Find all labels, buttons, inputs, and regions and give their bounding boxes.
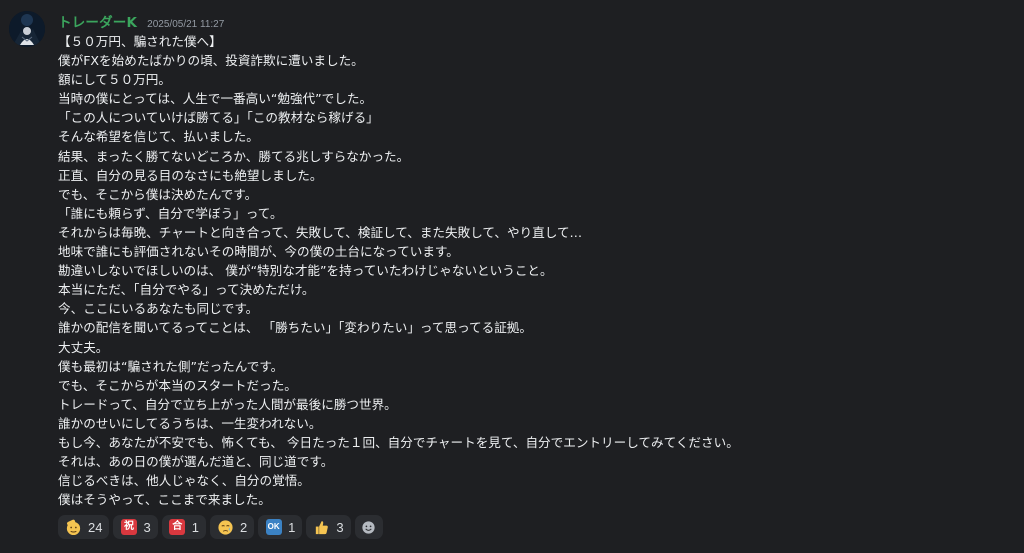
reaction-passing-grade[interactable]: 合 1 bbox=[161, 515, 206, 539]
crying-face-icon bbox=[217, 519, 234, 536]
message-line: 額にして５０万円。 bbox=[58, 72, 171, 88]
reaction-count: 3 bbox=[143, 519, 151, 535]
message-line: 勘違いしないでほしいのは、 僕が“特別な才能”を持っていたわけじゃないということ… bbox=[58, 263, 553, 279]
reaction-thumbs-up[interactable]: 3 bbox=[306, 515, 351, 539]
reaction-count: 3 bbox=[336, 519, 344, 535]
reaction-count: 2 bbox=[239, 519, 248, 535]
reaction-count: 1 bbox=[288, 519, 296, 535]
author-name[interactable]: トレーダーK bbox=[58, 11, 137, 31]
congratulations-icon: 祝 bbox=[120, 519, 137, 536]
message-timestamp[interactable]: 2025/05/21 11:27 bbox=[147, 19, 224, 30]
message-line: 正直、自分の見る目のなさにも絶望しました。 bbox=[58, 167, 323, 183]
message-line: 信じるべきは、他人じゃなく、自分の覚悟。 bbox=[58, 473, 310, 489]
message-line: 僕も最初は“騙された側”だったんです。 bbox=[58, 358, 284, 374]
user-avatar[interactable] bbox=[9, 11, 45, 47]
message-line: 誰かのせいにしてるうちは、一生変われない。 bbox=[58, 415, 322, 431]
message-content: 【５０万円、騙された僕へ】 僕がFXを始めたばかりの頃、投資詐欺に遭いました。 … bbox=[58, 32, 998, 509]
message-line: もし今、あなたが不安でも、怖くても、 今日たった１回、自分でチャートを見て、自分… bbox=[58, 434, 739, 450]
message-line: それからは毎晩、チャートと向き合って、失敗して、検証して、また失敗して、やり直し… bbox=[58, 224, 583, 240]
ok-button-glyph: OK bbox=[265, 519, 282, 535]
message-line: 誰かの配信を聞いてるってことは、 「勝ちたい」「変わりたい」って思ってる証拠。 bbox=[58, 320, 532, 336]
message-line: 僕がFXを始めたばかりの頃、投資詐欺に遭いました。 bbox=[58, 53, 364, 69]
message-line: 当時の僕にとっては、人生で一番高い“勉強代”でした。 bbox=[58, 91, 373, 107]
message-header: トレーダーK 2025/05/21 11:27 bbox=[58, 11, 224, 31]
message-line: 「この人についていけば勝てる」「この教材なら稼げる」 bbox=[58, 110, 379, 126]
message-line: 【５０万円、騙された僕へ】 bbox=[58, 34, 222, 49]
message-line: 今、ここにいるあなたも同じです。 bbox=[58, 301, 259, 317]
reaction-count: 24 bbox=[88, 519, 103, 535]
add-reaction-icon bbox=[360, 519, 377, 536]
chat-message: トレーダーK 2025/05/21 11:27 【５０万円、騙された僕へ】 僕が… bbox=[0, 0, 1024, 553]
saluting-face-icon bbox=[65, 519, 82, 536]
message-line: そんな希望を信じて、払いました。 bbox=[58, 129, 259, 145]
passing-grade-icon: 合 bbox=[169, 519, 186, 536]
passing-grade-glyph: 合 bbox=[169, 519, 186, 535]
reaction-congratulations[interactable]: 祝 3 bbox=[113, 515, 158, 539]
message-line: でも、そこからが本当のスタートだった。 bbox=[58, 377, 297, 393]
ok-button-icon: OK bbox=[265, 519, 282, 536]
thumbs-up-icon bbox=[313, 519, 330, 536]
message-line: 「誰にも頼らず、自分で学ぼう」って。 bbox=[58, 205, 283, 221]
message-line: 地味で誰にも評価されないその時間が、今の僕の土台になっています。 bbox=[58, 244, 459, 260]
message-line: 僕はそうやって、ここまで来ました。 bbox=[58, 492, 271, 508]
message-line: 本当にただ、「自分でやる」って決めただけ。 bbox=[58, 282, 315, 298]
message-line: トレードって、自分で立ち上がった人間が最後に勝つ世界。 bbox=[58, 396, 397, 412]
reaction-ok-button[interactable]: OK 1 bbox=[258, 515, 303, 539]
congratulations-glyph: 祝 bbox=[120, 519, 137, 535]
reactions-bar: 24 祝 3 合 1 2 OK 1 3 bbox=[58, 515, 383, 539]
message-line: 大丈夫。 bbox=[58, 339, 109, 355]
message-line: 結果、まったく勝てないどころか、勝てる兆しすらなかった。 bbox=[58, 148, 410, 164]
reaction-saluting-face[interactable]: 24 bbox=[58, 515, 110, 539]
reaction-count: 1 bbox=[191, 519, 199, 535]
add-reaction-button[interactable] bbox=[354, 515, 383, 539]
reaction-crying-face[interactable]: 2 bbox=[209, 515, 255, 539]
message-line: それは、あの日の僕が選んだ道と、同じ道です。 bbox=[58, 454, 334, 470]
avatar-image bbox=[9, 11, 45, 47]
message-line: でも、そこから僕は決めたんです。 bbox=[58, 186, 258, 202]
